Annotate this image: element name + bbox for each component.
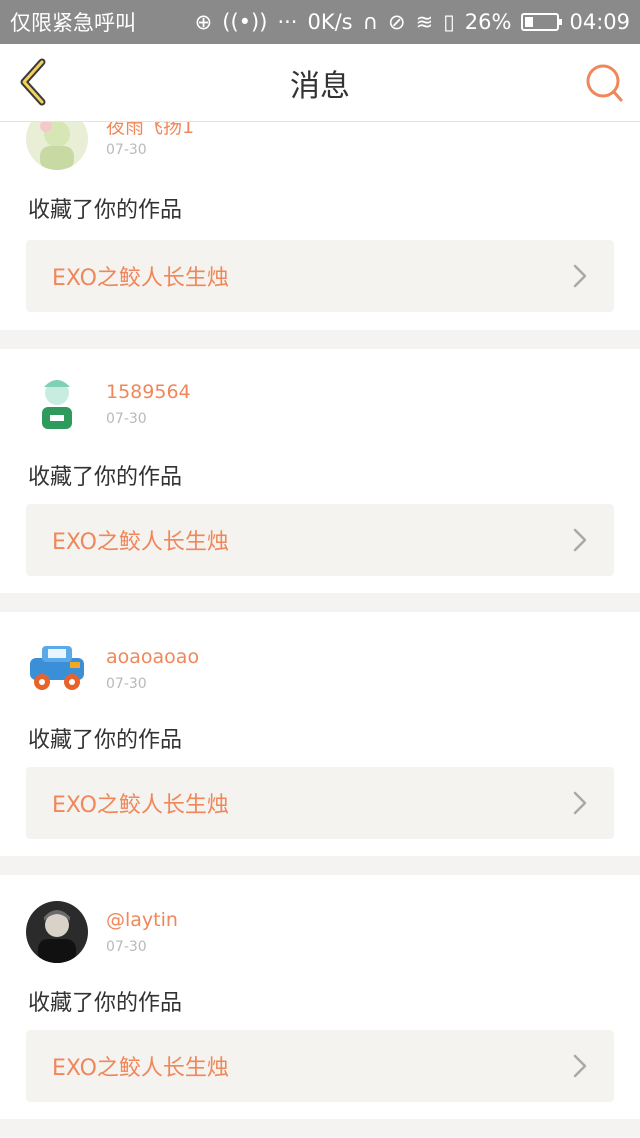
battery-icon (521, 13, 563, 31)
back-chevron-icon (20, 58, 46, 106)
search-icon (586, 64, 623, 102)
work-title: EXO之鲛人长生烛 (52, 1056, 229, 1081)
hotspot-icon: ((•)) (222, 10, 268, 34)
carrier-text: 仅限紧急呼叫 (10, 11, 136, 35)
sim-icon: ▯ (443, 10, 455, 34)
work-link[interactable]: EXO之鲛人长生烛 (26, 1030, 614, 1102)
mute-icon: ⊘ (388, 10, 406, 34)
message-date: 07-30 (106, 411, 147, 427)
message-date: 07-30 (106, 676, 147, 692)
avatar[interactable] (26, 636, 88, 698)
action-text: 收藏了你的作品 (28, 465, 183, 490)
message-card: 1589564 07-30 收藏了你的作品 EXO之鲛人长生烛 (0, 349, 640, 593)
action-text: 收藏了你的作品 (28, 991, 183, 1016)
work-title: EXO之鲛人长生烛 (52, 530, 229, 555)
more-icon: ··· (277, 10, 298, 34)
action-text: 收藏了你的作品 (28, 198, 183, 223)
wifi-icon: ≋ (415, 10, 434, 34)
work-link[interactable]: EXO之鲛人长生烛 (26, 767, 614, 839)
work-title: EXO之鲛人长生烛 (52, 266, 229, 291)
chevron-right-icon (573, 791, 587, 815)
nfc-icon: ⊕ (194, 10, 213, 34)
work-link[interactable]: EXO之鲛人长生烛 (26, 240, 614, 312)
headphone-icon: ∩ (362, 10, 378, 34)
username[interactable]: 1589564 (106, 381, 191, 403)
back-button[interactable] (14, 58, 54, 106)
work-link[interactable]: EXO之鲛人长生烛 (26, 504, 614, 576)
battery-percent: 26% (464, 10, 512, 34)
chevron-right-icon (573, 528, 587, 552)
username[interactable]: aoaoaoao (106, 646, 199, 668)
page-title: 消息 (290, 68, 350, 104)
message-date: 07-30 (106, 142, 147, 158)
network-speed: 0K/s (307, 10, 353, 34)
message-card: 夜雨飞扬1 07-30 收藏了你的作品 EXO之鲛人长生烛 (0, 122, 640, 330)
status-bar: 仅限紧急呼叫 ⊕ ((•)) ··· 0K/s ∩ ⊘ ≋ ▯ 26% 04:0… (0, 0, 640, 44)
chevron-right-icon (573, 264, 587, 288)
work-title: EXO之鲛人长生烛 (52, 793, 229, 818)
avatar[interactable] (26, 373, 88, 435)
message-card: @laytin 07-30 收藏了你的作品 EXO之鲛人长生烛 (0, 875, 640, 1119)
message-list[interactable]: 夜雨飞扬1 07-30 收藏了你的作品 EXO之鲛人长生烛 1589564 07… (0, 122, 640, 1138)
username[interactable]: 夜雨飞扬1 (106, 122, 194, 139)
message-card: aoaoaoao 07-30 收藏了你的作品 EXO之鲛人长生烛 (0, 612, 640, 856)
status-icons: ⊕ ((•)) ··· 0K/s ∩ ⊘ ≋ ▯ 26% 04:09 (195, 10, 630, 34)
clock: 04:09 (569, 10, 630, 34)
action-text: 收藏了你的作品 (28, 728, 183, 753)
message-date: 07-30 (106, 939, 147, 955)
avatar[interactable] (26, 901, 88, 963)
username[interactable]: @laytin (106, 909, 178, 931)
nav-bar: 消息 (0, 44, 640, 122)
avatar[interactable] (26, 122, 88, 170)
chevron-right-icon (573, 1054, 587, 1078)
search-button[interactable] (584, 62, 624, 104)
